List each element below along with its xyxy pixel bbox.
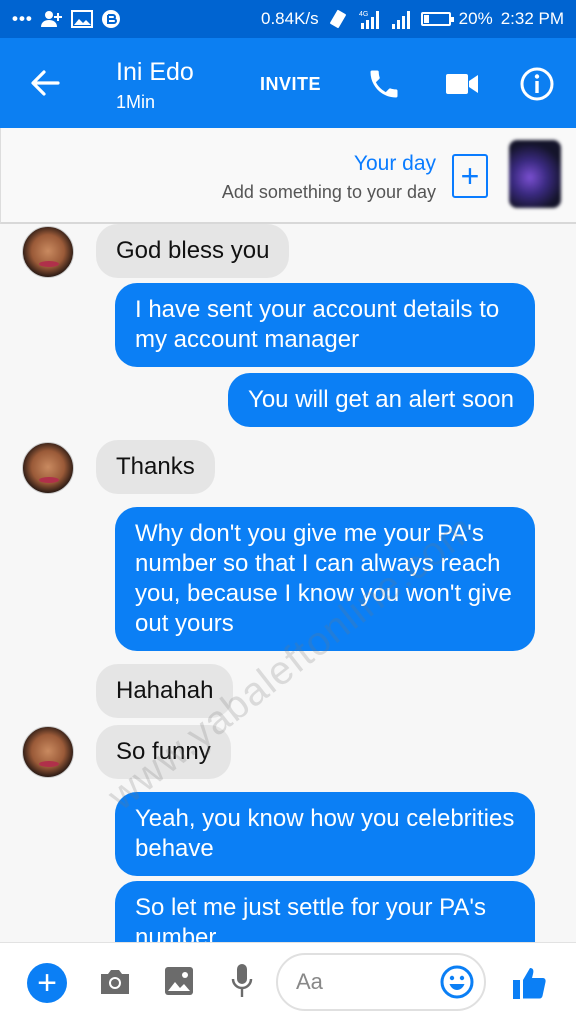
invite-button[interactable]: INVITE bbox=[260, 74, 321, 95]
signal-icon bbox=[391, 9, 413, 29]
your-day-subtitle: Add something to your day bbox=[221, 182, 436, 202]
svg-text:4G: 4G bbox=[359, 11, 368, 18]
microphone-icon[interactable] bbox=[231, 963, 253, 999]
battery-icon bbox=[420, 12, 454, 26]
message-incoming[interactable]: So funny bbox=[96, 725, 231, 779]
message-outgoing[interactable]: Why don't you give me your PA's number s… bbox=[115, 507, 535, 651]
status-bar: ••• 0.84K/s 4G 20% 2:32 PM bbox=[0, 0, 576, 38]
vibrate-icon bbox=[327, 9, 349, 29]
app-notification-icon bbox=[101, 9, 121, 29]
back-arrow-icon[interactable] bbox=[28, 66, 62, 100]
message-outgoing[interactable]: So let me just settle for your PA's numb… bbox=[115, 881, 535, 942]
contact-avatar[interactable] bbox=[22, 226, 74, 278]
message-incoming[interactable]: Hahahah bbox=[96, 664, 234, 718]
message-incoming[interactable]: God bless you bbox=[96, 224, 290, 278]
message-outgoing[interactable]: I have sent your account details to my a… bbox=[115, 283, 535, 367]
your-day-title[interactable]: Your day bbox=[354, 152, 436, 176]
notification-dots: ••• bbox=[12, 9, 33, 28]
emoji-icon[interactable] bbox=[440, 965, 474, 999]
video-camera-icon[interactable] bbox=[444, 68, 480, 100]
camera-icon[interactable] bbox=[98, 967, 132, 997]
contact-avatar[interactable] bbox=[22, 442, 74, 494]
add-contact-icon bbox=[40, 10, 63, 28]
clock: 2:32 PM bbox=[500, 9, 564, 28]
conversation-header: Ini Edo 1Min INVITE bbox=[0, 38, 576, 128]
contact-name[interactable]: Ini Edo bbox=[116, 58, 194, 87]
plus-icon[interactable]: + bbox=[27, 963, 67, 1003]
add-story-button[interactable]: + bbox=[452, 154, 488, 198]
message-thread[interactable]: God bless you I have sent your account d… bbox=[0, 224, 576, 942]
signal-4g-icon: 4G bbox=[357, 9, 383, 29]
battery-percent: 20% bbox=[458, 9, 493, 28]
contact-active-status: 1Min bbox=[116, 92, 156, 112]
composer-bar: + Aa bbox=[0, 942, 576, 1024]
phone-icon[interactable] bbox=[366, 66, 402, 102]
battery-level bbox=[423, 15, 429, 23]
story-thumbnail[interactable] bbox=[509, 140, 561, 208]
info-icon[interactable] bbox=[519, 66, 555, 102]
image-notification-icon bbox=[70, 10, 93, 28]
thumbs-up-icon[interactable] bbox=[512, 965, 548, 1001]
message-outgoing[interactable]: Yeah, you know how you celebrities behav… bbox=[115, 792, 535, 876]
your-day-bar[interactable]: Your day Add something to your day + bbox=[0, 128, 576, 224]
message-incoming[interactable]: Thanks bbox=[96, 440, 215, 494]
message-outgoing[interactable]: You will get an alert soon bbox=[228, 373, 534, 427]
network-speed: 0.84K/s bbox=[261, 9, 319, 28]
image-icon[interactable] bbox=[164, 966, 194, 996]
contact-avatar[interactable] bbox=[22, 726, 74, 778]
